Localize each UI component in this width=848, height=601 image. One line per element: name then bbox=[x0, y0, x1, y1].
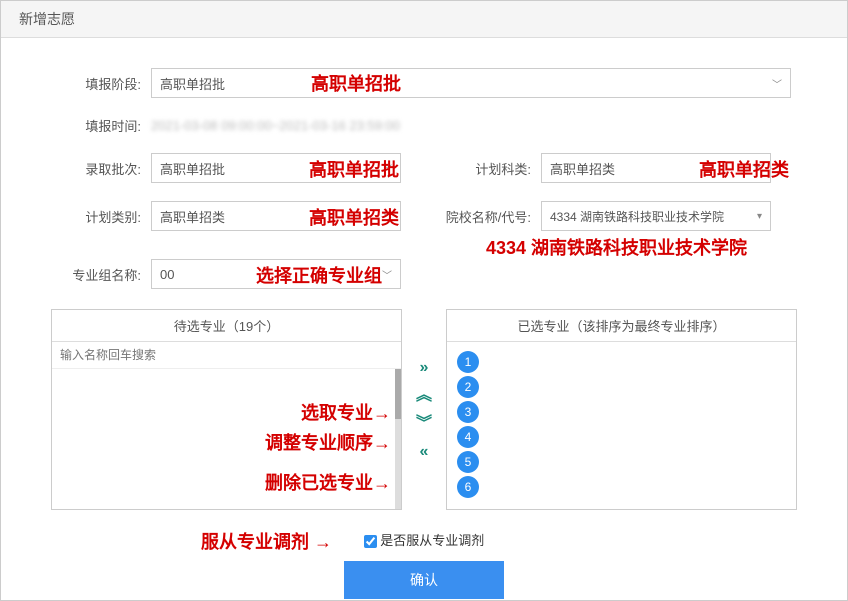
available-header: 待选专业（19个） bbox=[52, 310, 401, 342]
subject-value: 高职单招类 bbox=[550, 159, 615, 178]
obey-adjustment-checkbox[interactable] bbox=[364, 535, 377, 548]
category-value: 高职单招类 bbox=[160, 207, 225, 226]
school-select[interactable]: 4334 湖南铁路科技职业技术学院 ▾ bbox=[541, 201, 771, 231]
batch-label: 录取批次: bbox=[51, 159, 141, 178]
chevron-down-icon: ﹀ bbox=[382, 161, 392, 176]
annotation-select-major: 选取专业→ bbox=[301, 399, 391, 425]
selected-item-3[interactable]: 3 bbox=[457, 401, 479, 423]
annotation-delete: 删除已选专业→ bbox=[265, 469, 391, 495]
annotation-reorder: 调整专业顺序→ bbox=[265, 429, 391, 455]
subject-select[interactable]: 高职单招类 ﹀ bbox=[541, 153, 771, 183]
obey-adjustment-label: 是否服从专业调剂 bbox=[380, 533, 484, 548]
selected-header: 已选专业（该排序为最终专业排序） bbox=[447, 310, 796, 342]
category-select[interactable]: 高职单招类 ﹀ bbox=[151, 201, 401, 231]
chevron-down-icon: ▾ bbox=[757, 211, 762, 222]
selected-item-4[interactable]: 4 bbox=[457, 426, 479, 448]
selected-item-2[interactable]: 2 bbox=[457, 376, 479, 398]
group-select[interactable]: 00 ﹀ bbox=[151, 259, 401, 289]
annotation-school: 4334 湖南铁路科技职业技术学院 bbox=[486, 234, 747, 260]
search-input[interactable] bbox=[52, 342, 401, 369]
move-down-button[interactable]: ︾ bbox=[416, 416, 432, 432]
stage-select[interactable]: 高职单招批 ﹀ bbox=[151, 68, 791, 98]
time-label: 填报时间: bbox=[51, 116, 141, 135]
annotation-obey: 服从专业调剂 → bbox=[201, 528, 332, 554]
selected-majors-box: 已选专业（该排序为最终专业排序） 1 2 3 4 5 6 bbox=[446, 309, 797, 510]
chevron-down-icon: ﹀ bbox=[382, 209, 392, 224]
stage-label: 填报阶段: bbox=[51, 74, 141, 93]
time-value: 2021-03-08 09:00:00~2021-03-16 23:59:00 bbox=[151, 118, 400, 133]
selected-list[interactable]: 1 2 3 4 5 6 bbox=[447, 342, 796, 509]
chevron-down-icon: ﹀ bbox=[382, 267, 392, 282]
category-label: 计划类别: bbox=[51, 207, 141, 226]
dialog-title: 新增志愿 bbox=[1, 1, 847, 38]
move-right-button[interactable]: » bbox=[416, 360, 432, 376]
move-up-button[interactable]: ︽ bbox=[416, 388, 432, 404]
move-left-button[interactable]: « bbox=[416, 444, 432, 460]
batch-select[interactable]: 高职单招批 ﹀ bbox=[151, 153, 401, 183]
available-list[interactable]: 选取专业→ 调整专业顺序→ 删除已选专业→ bbox=[52, 369, 401, 509]
scrollbar-thumb[interactable] bbox=[395, 369, 401, 419]
group-label: 专业组名称: bbox=[51, 265, 141, 284]
selected-item-6[interactable]: 6 bbox=[457, 476, 479, 498]
school-label: 院校名称/代号: bbox=[431, 207, 531, 226]
chevron-down-icon: ﹀ bbox=[752, 161, 762, 176]
selected-item-1[interactable]: 1 bbox=[457, 351, 479, 373]
batch-value: 高职单招批 bbox=[160, 159, 225, 178]
transfer-controls: » ︽ ︾ « bbox=[412, 309, 436, 510]
stage-value: 高职单招批 bbox=[160, 74, 225, 93]
confirm-button[interactable]: 确认 bbox=[344, 561, 504, 599]
group-value: 00 bbox=[160, 267, 174, 282]
selected-item-5[interactable]: 5 bbox=[457, 451, 479, 473]
subject-label: 计划科类: bbox=[461, 159, 531, 178]
school-value: 4334 湖南铁路科技职业技术学院 bbox=[550, 208, 724, 225]
chevron-down-icon: ﹀ bbox=[772, 76, 782, 91]
available-majors-box: 待选专业（19个） 选取专业→ 调整专业顺序→ 删除已选专业→ bbox=[51, 309, 402, 510]
